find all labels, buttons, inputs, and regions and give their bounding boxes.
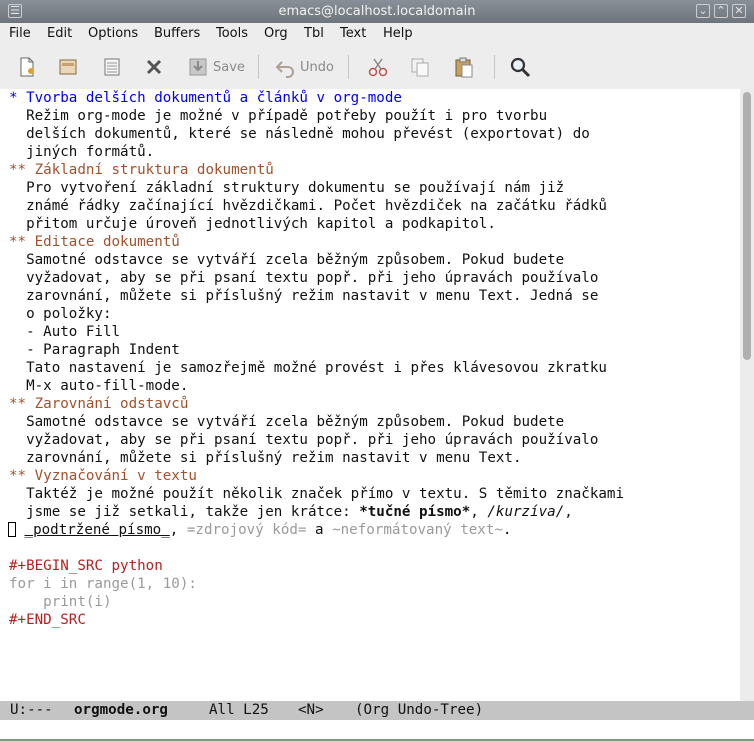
clipboard-icon — [455, 57, 473, 78]
close-button[interactable] — [143, 55, 165, 79]
text-line: Samotné odstavce se vytváří zcela běžným… — [9, 414, 565, 430]
minimize-icon[interactable]: ⌄ — [696, 4, 710, 18]
src-block-begin: #+BEGIN_SRC python — [9, 558, 163, 574]
plain-text: a — [306, 522, 333, 538]
scrollbar-thumb[interactable] — [743, 92, 751, 360]
modeline-position: All L25 — [209, 702, 269, 718]
heading-level-2: ** Editace dokumentů — [9, 234, 180, 250]
src-block-end: #+END_SRC — [9, 612, 86, 628]
menu-edit[interactable]: Edit — [47, 26, 72, 41]
scissors-icon — [368, 58, 388, 77]
toolbar-separator — [348, 55, 349, 79]
heading-level-2: ** Vyznačování v textu — [9, 468, 197, 484]
undo-label: Undo — [300, 59, 334, 75]
kill-buffer-button[interactable] — [101, 55, 123, 79]
bold-markup: *tučné písmo* — [359, 504, 471, 520]
x-icon — [146, 59, 162, 75]
text-line: Samotné odstavce se vytváří zcela běžným… — [9, 252, 565, 268]
text-line-current: _podtržené písmo_, =zdrojový kód= a ~nef… — [8, 521, 511, 539]
italic-markup: /kurzíva/ — [487, 504, 565, 520]
menu-text[interactable]: Text — [340, 26, 366, 41]
menu-bar: File Edit Options Buffers Tools Org Tbl … — [0, 23, 754, 45]
text-line: jsme se již setkali, takže jen krátce: *… — [9, 503, 573, 521]
src-code-line: print(i) — [9, 594, 112, 610]
text-line: Režim org-mode je možné v případě potřeb… — [9, 108, 548, 124]
minibuffer[interactable] — [0, 720, 754, 741]
copy-icon — [411, 58, 429, 77]
toolbar-separator — [494, 55, 495, 79]
underline-markup: _podtržené písmo_ — [24, 522, 170, 538]
save-button[interactable]: Save — [187, 55, 245, 79]
plain-text: , — [169, 522, 187, 538]
text-line: Tato nastavení je samozřejmě možné prové… — [9, 360, 607, 376]
modeline-status: U:--- — [10, 702, 53, 718]
text-line: delších dokumentů, které se následně moh… — [9, 126, 590, 142]
text-line: jiných formátů. — [9, 144, 155, 160]
code-markup: =zdrojový kód= — [186, 522, 307, 538]
open-directory-button[interactable] — [57, 55, 79, 79]
copy-button[interactable] — [409, 55, 431, 79]
modeline-narrow: <N> — [298, 702, 324, 718]
text-cursor — [8, 522, 16, 537]
menu-tools[interactable]: Tools — [216, 26, 248, 41]
heading-level-2: ** Základní struktura dokumentů — [9, 162, 274, 178]
mode-line: U:--- orgmode.org All L25 <N> (Org Undo-Tree… — [0, 701, 754, 720]
menu-buffers[interactable]: Buffers — [154, 26, 200, 41]
plain-text: . — [502, 522, 512, 538]
menu-help[interactable]: Help — [383, 26, 413, 41]
heading-level-2: ** Zarovnání odstavců — [9, 396, 189, 412]
text-line: zarovnání, můžete si příslušný režim nas… — [9, 450, 522, 466]
modeline-buffer-name[interactable]: orgmode.org — [74, 701, 168, 720]
text-line: přitom určuje úroveň jednotlivých kapito… — [9, 216, 496, 232]
close-icon[interactable]: ✕ — [732, 4, 746, 18]
plain-text: , — [564, 504, 573, 520]
verbatim-markup: ~neformátovaný text~ — [332, 522, 503, 538]
menu-options[interactable]: Options — [88, 26, 138, 41]
heading-level-1: * Tvorba delších dokumentů a článků v or… — [9, 90, 402, 106]
text-line: vyžadovat, aby se při psaní textu popř. … — [9, 270, 599, 286]
text-line: M-x auto-fill-mode. — [9, 378, 189, 394]
cut-button[interactable] — [367, 55, 389, 79]
toolbar: Save Undo — [0, 45, 754, 90]
new-file-button[interactable] — [16, 55, 38, 79]
plain-text — [16, 522, 25, 538]
title-bar: ☰ emacs@localhost.localdomain ⌄ ⌃ ✕ — [0, 0, 754, 23]
src-code-line: for i in range(1, 10): — [9, 576, 197, 592]
folder-icon — [59, 59, 77, 75]
save-label: Save — [213, 59, 245, 75]
search-button[interactable] — [509, 55, 531, 79]
text-line: vyžadovat, aby se při psaní textu popř. … — [9, 432, 599, 448]
maximize-icon[interactable]: ⌃ — [714, 4, 728, 18]
list-item: - Paragraph Indent — [9, 342, 180, 358]
plain-text: , — [470, 504, 488, 520]
new-file-icon — [20, 57, 34, 77]
plain-text: jsme se již setkali, takže jen krátce: — [9, 504, 360, 520]
text-line: o položky: — [9, 306, 112, 322]
text-line: zarovnání, můžete si příslušný režim nas… — [9, 288, 599, 304]
save-icon — [189, 58, 207, 76]
menu-tbl[interactable]: Tbl — [304, 26, 324, 41]
list-item: - Auto Fill — [9, 324, 121, 340]
undo-button[interactable]: Undo — [274, 55, 334, 79]
search-icon — [510, 57, 531, 78]
menu-file[interactable]: File — [9, 26, 31, 41]
toolbar-separator — [258, 55, 259, 79]
text-line: Pro vytvoření základní struktury dokumen… — [9, 180, 565, 196]
window-title: emacs@localhost.localdomain — [278, 4, 476, 19]
menu-org[interactable]: Org — [264, 26, 288, 41]
vertical-scrollbar[interactable] — [740, 89, 754, 701]
paste-button[interactable] — [453, 55, 475, 79]
editor-buffer[interactable]: * Tvorba delších dokumentů a článků v or… — [0, 89, 740, 701]
undo-icon — [275, 61, 294, 78]
text-line: známé řádky začínající hvězdičkami. Poče… — [9, 198, 607, 214]
document-icon — [104, 58, 120, 76]
modeline-modes[interactable]: (Org Undo-Tree) — [355, 701, 483, 720]
text-line: Taktéž je možné použít několik značek př… — [9, 486, 624, 502]
